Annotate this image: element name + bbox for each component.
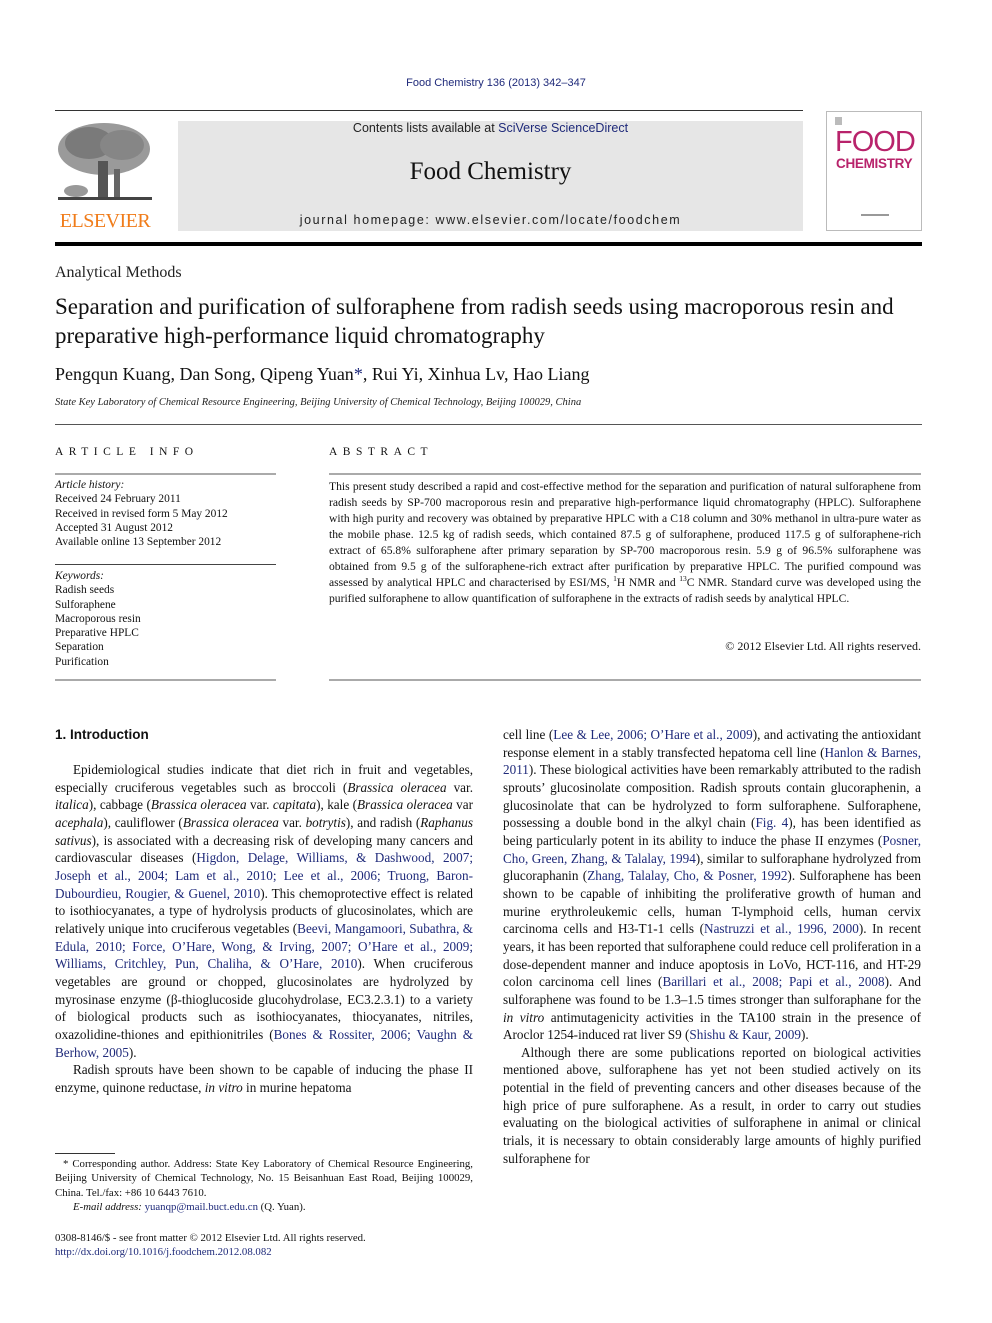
history-item: Received 24 February 2011 <box>55 493 181 506</box>
journal-banner: Contents lists available at SciVerse Sci… <box>178 121 803 231</box>
journal-homepage[interactable]: journal homepage: www.elsevier.com/locat… <box>178 213 803 227</box>
text-run: var. <box>278 814 306 830</box>
keyword-item: Radish seeds <box>55 584 115 597</box>
corresponding-author-address: * Corresponding author. Address: State K… <box>55 1158 473 1199</box>
journal-citation[interactable]: Food Chemistry 136 (2013) 342–347 <box>0 77 992 89</box>
italic-term: in vitro <box>204 1079 243 1095</box>
right-column: cell line (Lee & Lee, 2006; O’Hare et al… <box>503 726 921 1167</box>
italic-term: botrytis <box>305 814 346 830</box>
email-line: E-mail address: yuanqp@mail.buct.edu.cn … <box>55 1200 473 1214</box>
abstract-text-part: H NMR and <box>616 576 680 589</box>
keyword-item: Macroporous resin <box>55 612 141 625</box>
keywords-list: Keywords: Radish seeds Sulforaphene Macr… <box>55 569 276 669</box>
introduction-heading: 1. Introduction <box>55 727 149 742</box>
italic-term: in vitro <box>503 1009 545 1025</box>
text-run: var. <box>446 779 473 795</box>
article-title: Separation and purification of sulforaph… <box>55 294 894 348</box>
keyword-item: Separation <box>55 641 104 654</box>
text-run: in murine hepatoma <box>242 1079 352 1095</box>
abstract-copyright: © 2012 Elsevier Ltd. All rights reserved… <box>725 639 921 653</box>
intro-paragraph-3: Although there are some publications rep… <box>503 1044 921 1168</box>
email-link[interactable]: yuanqp@mail.buct.edu.cn <box>145 1201 258 1213</box>
italic-term: capitata <box>272 797 317 813</box>
intro-paragraph-1: Epidemiological studies indicate that di… <box>55 761 473 1061</box>
cover-title-chemistry: CHEMISTRY <box>836 156 913 171</box>
journal-cover-thumbnail[interactable]: FOOD CHEMISTRY <box>826 111 922 231</box>
elsevier-logo[interactable]: ELSEVIER <box>54 121 156 233</box>
cover-logo-icon <box>835 117 842 125</box>
superscript: 13 <box>679 574 687 584</box>
keywords-label: Keywords: <box>55 570 104 582</box>
cover-title-food: FOOD <box>835 126 916 158</box>
italic-term: Brassica oleracea <box>347 779 447 795</box>
citation-link[interactable]: Nastruzzi et al., 1996, 2000 <box>704 921 859 936</box>
email-suffix: (Q. Yuan). <box>257 1201 306 1214</box>
front-matter: 0308-8146/$ - see front matter © 2012 El… <box>55 1231 366 1260</box>
abstract-bottom-rule <box>329 679 921 681</box>
italic-term: acephala <box>55 814 104 830</box>
history-item: Received in revised form 5 May 2012 <box>55 507 228 520</box>
cover-fine-print <box>861 214 889 216</box>
citation-link[interactable]: Lee & Lee, 2006; O’Hare et al., 2009 <box>553 727 752 742</box>
article-info-heading: ARTICLE INFO <box>55 446 199 458</box>
corresponding-author-footnote: * Corresponding author. Address: State K… <box>55 1157 473 1215</box>
citation-link[interactable]: Barillari et al., 2008; Papi et al., 200… <box>662 974 884 989</box>
history-item: Accepted 31 August 2012 <box>55 521 173 534</box>
sciencedirect-link[interactable]: SciVerse ScienceDirect <box>498 121 628 135</box>
contents-prefix: Contents lists available at <box>352 121 499 135</box>
text-run: var. <box>246 797 273 813</box>
email-label: E-mail address: <box>73 1201 145 1214</box>
text-run: Although there are some publications rep… <box>503 1044 921 1166</box>
intro-paragraph-2-continued: cell line (Lee & Lee, 2006; O’Hare et al… <box>503 726 921 1044</box>
italic-term: Brassica oleracea <box>182 814 279 830</box>
author-list: Pengqun Kuang, Dan Song, Qipeng Yuan*, R… <box>55 364 589 385</box>
keyword-item: Sulforaphene <box>55 598 116 611</box>
citation-link[interactable]: Zhang, Talalay, Cho, & Posner, 1992 <box>587 868 787 883</box>
article-history: Article history: Received 24 February 20… <box>55 478 276 549</box>
italic-term: Brassica oleracea <box>150 797 247 813</box>
text-run: cell line ( <box>503 727 554 742</box>
left-column: Epidemiological studies indicate that di… <box>55 761 473 1096</box>
keyword-item: Purification <box>55 655 109 668</box>
affiliation: State Key Laboratory of Chemical Resourc… <box>55 397 582 408</box>
intro-paragraph-2: Radish sprouts have been shown to be cap… <box>55 1061 473 1096</box>
abstract-body: This present study described a rapid and… <box>329 479 921 607</box>
citation-link[interactable]: Shishu & Kaur, 2009 <box>689 1027 801 1042</box>
text-run: ), and radish ( <box>345 814 421 830</box>
text-run: ), cabbage ( <box>88 797 151 813</box>
article-section-type: Analytical Methods <box>55 264 182 281</box>
italic-term: italica <box>55 797 89 813</box>
text-run: ), kale ( <box>316 797 357 813</box>
elsevier-tree-icon <box>58 123 152 200</box>
text-run: ). <box>128 1044 137 1060</box>
history-keywords-rule <box>55 564 276 565</box>
authors-first: Pengqun Kuang, Dan Song, Qipeng Yuan <box>55 364 354 384</box>
history-label: Article history: <box>55 479 125 491</box>
header-thick-rule <box>55 242 922 246</box>
citation-link[interactable]: Fig. 4 <box>755 815 788 830</box>
header-rule <box>55 110 803 111</box>
keywords-bottom-rule <box>55 679 276 681</box>
history-item: Available online 13 September 2012 <box>55 536 222 549</box>
abstract-rule <box>329 473 921 475</box>
text-run: ), cauliflower ( <box>103 814 183 830</box>
authors-rest: , Rui Yi, Xinhua Lv, Hao Liang <box>362 364 590 384</box>
article-info-rule <box>55 473 276 475</box>
journal-title: Food Chemistry <box>409 158 572 185</box>
abstract-text-part: This present study described a rapid and… <box>329 480 921 589</box>
abstract-heading: ABSTRACT <box>329 446 434 458</box>
issn-line: 0308-8146/$ - see front matter © 2012 El… <box>55 1232 366 1244</box>
text-run: var <box>452 797 474 813</box>
doi-link[interactable]: http://dx.doi.org/10.1016/j.foodchem.201… <box>55 1245 366 1259</box>
italic-term: Brassica oleracea <box>357 797 453 813</box>
footnote-rule <box>55 1153 115 1154</box>
elsevier-wordmark: ELSEVIER <box>59 210 151 232</box>
title-rule <box>55 424 922 425</box>
text-run: ). <box>800 1027 809 1043</box>
corresponding-author-marker[interactable]: * <box>354 364 363 384</box>
keyword-item: Preparative HPLC <box>55 627 139 640</box>
contents-line: Contents lists available at SciVerse Sci… <box>178 121 803 135</box>
